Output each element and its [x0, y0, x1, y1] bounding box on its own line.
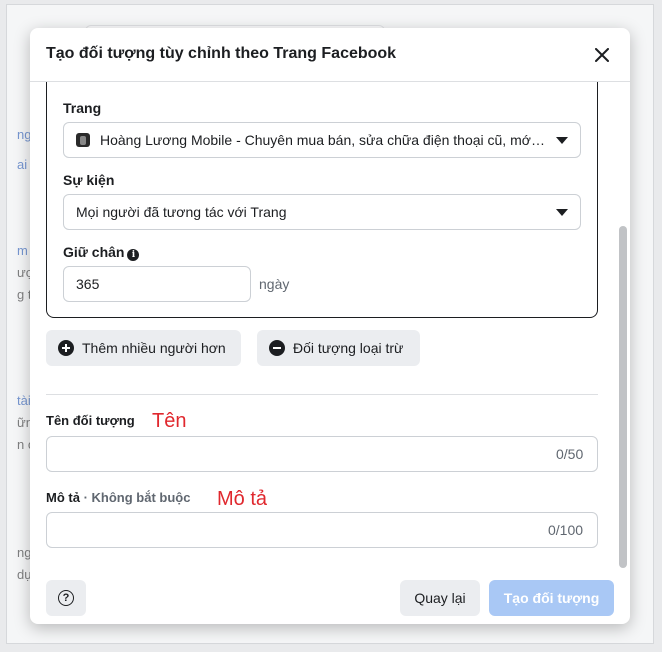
audience-name-label: Tên đối tượng [46, 413, 135, 428]
audience-name-input[interactable] [46, 436, 598, 472]
page-avatar [76, 133, 90, 147]
info-icon[interactable]: i [127, 249, 140, 261]
retention-unit: ngày [259, 276, 290, 292]
help-icon: ? [58, 590, 74, 606]
dialog-title: Tạo đối tượng tùy chỉnh theo Trang Faceb… [46, 45, 397, 62]
add-more-people-label: Thêm nhiều người hơn [82, 340, 226, 356]
exclude-audience-label: Đối tượng loại trừ [293, 340, 404, 356]
event-label: Sự kiện [63, 172, 115, 188]
add-more-people-button[interactable]: Thêm nhiều người hơn [46, 330, 241, 366]
dialog-header: Tạo đối tượng tùy chỉnh theo Trang Faceb… [30, 28, 630, 82]
scrollbar[interactable] [619, 226, 627, 568]
section-divider [46, 394, 598, 395]
page-select[interactable]: Hoàng Lương Mobile - Chuyên mua bán, sửa… [63, 122, 581, 158]
description-optional-text: · Không bắt buộc [79, 490, 191, 505]
custom-audience-dialog: Tạo đối tượng tùy chỉnh theo Trang Faceb… [30, 28, 630, 624]
minus-circle-icon [269, 340, 285, 356]
plus-circle-icon [58, 340, 74, 356]
name-annotation: Tên [152, 410, 187, 432]
retention-input[interactable]: 365 [63, 266, 251, 302]
retention-value: 365 [76, 276, 100, 292]
exclude-audience-button[interactable]: Đối tượng loại trừ [257, 330, 420, 366]
create-audience-button[interactable]: Tạo đối tượng [489, 580, 614, 616]
description-annotation: Mô tả [217, 488, 268, 510]
page-select-value: Hoàng Lương Mobile - Chuyên mua bán, sửa… [100, 132, 546, 148]
retention-label-row: Giữ chân i [63, 244, 140, 261]
page-label: Trang [63, 100, 102, 116]
event-select-value: Mọi người đã tương tác với Trang [76, 204, 287, 220]
caret-down-icon [556, 137, 568, 144]
audience-rule-card: Trang Hoàng Lương Mobile - Chuyên mua bá… [46, 82, 598, 318]
close-button[interactable] [590, 43, 614, 67]
back-button[interactable]: Quay lại [400, 580, 480, 616]
close-icon [595, 48, 609, 62]
audience-name-counter: 0/50 [556, 446, 584, 462]
event-select[interactable]: Mọi người đã tương tác với Trang [63, 194, 581, 230]
description-label: Mô tả [46, 490, 80, 505]
description-label-row: Mô tả · Không bắt buộc [46, 490, 190, 505]
help-button[interactable]: ? [46, 580, 86, 616]
description-input[interactable] [46, 512, 598, 548]
caret-down-icon [556, 209, 568, 216]
description-counter: 0/100 [548, 522, 584, 538]
retention-label: Giữ chân [63, 244, 125, 260]
